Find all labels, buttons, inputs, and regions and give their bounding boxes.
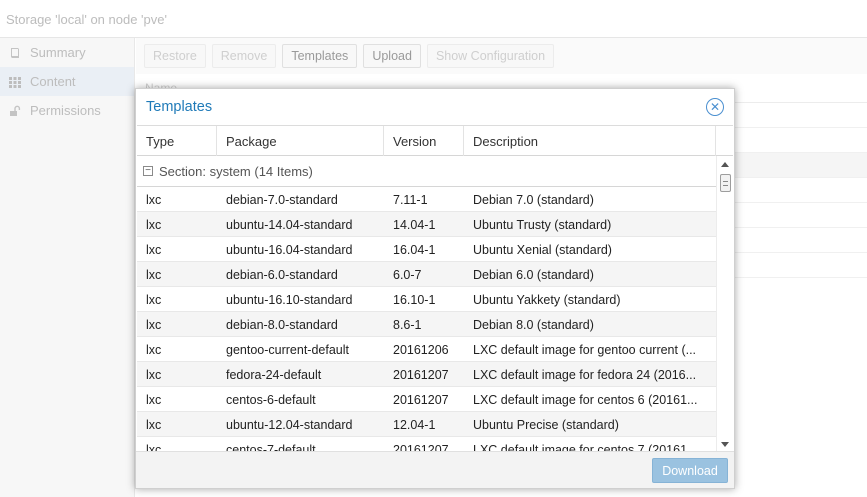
table-row[interactable]: lxc fedora-24-default 20161207 LXC default … (137, 362, 716, 387)
cell-description: Ubuntu Yakkety (standard) (473, 292, 621, 307)
nav-item-label: Content (30, 74, 76, 89)
cell-version: 12.04-1 (393, 417, 436, 432)
cell-version: 20161207 (393, 392, 449, 407)
templates-button[interactable]: Templates (282, 44, 358, 68)
templates-grid: Type Package Version Description − Secti… (137, 125, 733, 452)
cell-description: Ubuntu Trusty (standard) (473, 217, 612, 232)
table-row[interactable]: lxc ubuntu-16.04-standard 16.04-1 Ubuntu Xe… (137, 237, 716, 262)
column-header-version[interactable]: Version (384, 126, 464, 156)
cell-package: ubuntu-14.04-standard (226, 217, 353, 232)
table-row[interactable]: lxc ubuntu-16.10-standard 16.10-1 Ubuntu Ya… (137, 287, 716, 312)
cell-type: lxc (146, 192, 162, 207)
close-icon[interactable]: ✕ (706, 98, 724, 116)
nav-item-label: Summary (30, 45, 86, 60)
cell-package: ubuntu-16.04-standard (226, 242, 353, 257)
remove-button[interactable]: Remove (211, 44, 277, 68)
nav-item-content[interactable]: Content (0, 67, 134, 96)
content-toolbar: Restore Remove Templates Upload Show Con… (136, 38, 867, 74)
section-group-header[interactable]: − Section: system (14 Items) (137, 156, 716, 187)
template-rows: lxc debian-7.0-standard 7.11-1 Debian 7.0 (… (137, 187, 716, 452)
show-configuration-button[interactable]: Show Configuration (426, 44, 555, 68)
scrollbar-thumb[interactable] (720, 174, 731, 192)
nav-item-label: Permissions (30, 103, 101, 118)
book-icon (8, 46, 22, 60)
scroll-up-arrow-icon[interactable] (721, 162, 729, 167)
cell-description: Ubuntu Precise (standard) (473, 417, 619, 432)
cell-description: Debian 6.0 (standard) (473, 267, 594, 282)
cell-description: Debian 8.0 (standard) (473, 317, 594, 332)
cell-type: lxc (146, 342, 162, 357)
cell-type: lxc (146, 267, 162, 282)
download-button[interactable]: Download (652, 458, 728, 483)
cell-type: lxc (146, 292, 162, 307)
column-header-description[interactable]: Description (464, 126, 716, 156)
table-row[interactable]: lxc debian-8.0-standard 8.6-1 Debian 8.0 (s… (137, 312, 716, 337)
grid-icon (8, 75, 22, 89)
cell-description: LXC default image for centos 7 (20161... (473, 442, 698, 453)
nav-item-summary[interactable]: Summary (0, 38, 134, 67)
grid-header: Type Package Version Description (137, 126, 733, 156)
unlock-icon (8, 104, 22, 118)
section-label: Section: system (14 Items) (159, 163, 313, 179)
templates-dialog: Templates ✕ Type Package Version Descrip… (135, 88, 735, 489)
page-header: Storage 'local' on node 'pve' (0, 0, 867, 38)
cell-version: 6.0-7 (393, 267, 422, 282)
cell-version: 20161206 (393, 342, 449, 357)
cell-version: 14.04-1 (393, 217, 436, 232)
cell-type: lxc (146, 392, 162, 407)
table-row[interactable]: lxc ubuntu-12.04-standard 12.04-1 Ubuntu Pr… (137, 412, 716, 437)
cell-package: debian-8.0-standard (226, 317, 338, 332)
upload-button[interactable]: Upload (363, 44, 421, 68)
cell-version: 16.10-1 (393, 292, 436, 307)
cell-type: lxc (146, 367, 162, 382)
vertical-scrollbar[interactable] (716, 156, 733, 452)
cell-version: 20161207 (393, 367, 449, 382)
table-row[interactable]: lxc debian-7.0-standard 7.11-1 Debian 7.0 (… (137, 187, 716, 212)
cell-package: fedora-24-default (226, 367, 322, 382)
cell-type: lxc (146, 217, 162, 232)
cell-description: LXC default image for centos 6 (20161... (473, 392, 698, 407)
cell-version: 16.04-1 (393, 242, 436, 257)
table-row[interactable]: lxc gentoo-current-default 20161206 LXC def… (137, 337, 716, 362)
cell-description: Ubuntu Xenial (standard) (473, 242, 612, 257)
cell-type: lxc (146, 442, 162, 453)
cell-package: debian-6.0-standard (226, 267, 338, 282)
cell-description: LXC default image for fedora 24 (2016... (473, 367, 697, 382)
cell-package: debian-7.0-standard (226, 192, 338, 207)
cell-type: lxc (146, 317, 162, 332)
table-row[interactable]: lxc centos-7-default 20161207 LXC default i… (137, 437, 716, 453)
table-row[interactable]: lxc ubuntu-14.04-standard 14.04-1 Ubuntu Tr… (137, 212, 716, 237)
dialog-footer: Download (136, 451, 734, 488)
cell-package: ubuntu-12.04-standard (226, 417, 353, 432)
left-nav: Summary Content Permissions (0, 38, 135, 497)
column-header-type[interactable]: Type (137, 126, 217, 156)
cell-package: gentoo-current-default (226, 342, 349, 357)
cell-package: ubuntu-16.10-standard (226, 292, 353, 307)
cell-version: 20161207 (393, 442, 449, 453)
table-row[interactable]: lxc debian-6.0-standard 6.0-7 Debian 6.0 (s… (137, 262, 716, 287)
cell-version: 8.6-1 (393, 317, 422, 332)
dialog-title-bar[interactable]: Templates (136, 89, 734, 125)
column-header-package[interactable]: Package (217, 126, 384, 156)
cell-version: 7.11-1 (393, 192, 428, 207)
cell-package: centos-6-default (226, 392, 316, 407)
scroll-down-arrow-icon[interactable] (721, 442, 729, 447)
page-title: Storage 'local' on node 'pve' (6, 12, 167, 27)
restore-button[interactable]: Restore (144, 44, 206, 68)
cell-type: lxc (146, 242, 162, 257)
dialog-title: Templates (146, 99, 213, 115)
cell-description: Debian 7.0 (standard) (473, 192, 594, 207)
cell-type: lxc (146, 417, 162, 432)
cell-package: centos-7-default (226, 442, 316, 453)
collapse-icon[interactable]: − (143, 166, 153, 176)
cell-description: LXC default image for gentoo current (..… (473, 342, 697, 357)
table-row[interactable]: lxc centos-6-default 20161207 LXC default i… (137, 387, 716, 412)
nav-item-permissions[interactable]: Permissions (0, 96, 134, 125)
